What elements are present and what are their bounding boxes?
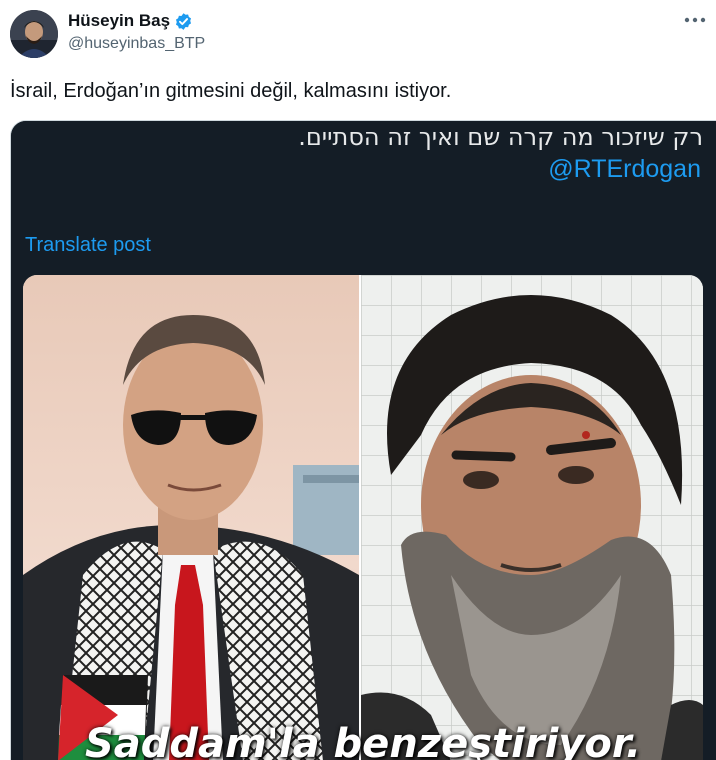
image-caption: Saddam'la benzeştiriyor. xyxy=(84,721,642,760)
media-screenshot: רק שיזכור מה קרה שם ואיך זה הסתיים. @RTE… xyxy=(11,121,716,760)
embedded-hebrew-text: רק שיזכור מה קרה שם ואיך זה הסתיים. xyxy=(298,123,703,151)
tweet-text: İsrail, Erdoğan’ın gitmesini değil, kalm… xyxy=(10,80,452,102)
author-display-name[interactable]: Hüseyin Baş xyxy=(68,11,170,31)
right-portrait xyxy=(361,275,703,760)
tweet: Hüseyin Baş @huseyinbas_BTP İsrail, Erdo… xyxy=(0,0,716,760)
author-name-row: Hüseyin Baş xyxy=(68,11,193,31)
comparison-image: Saddam'la benzeştiriyor. xyxy=(23,275,703,760)
tweet-media[interactable]: רק שיזכור מה קרה שם ואיך זה הסתיים. @RTE… xyxy=(10,120,716,760)
avatar[interactable] xyxy=(10,10,58,58)
verified-badge-icon[interactable] xyxy=(174,12,193,31)
embedded-mention: @RTErdogan xyxy=(548,155,701,183)
translate-post-link: Translate post xyxy=(25,234,151,256)
left-portrait xyxy=(23,275,359,760)
author-handle[interactable]: @huseyinbas_BTP xyxy=(68,35,205,53)
more-icon[interactable] xyxy=(680,8,710,32)
avatar-image xyxy=(10,10,58,58)
